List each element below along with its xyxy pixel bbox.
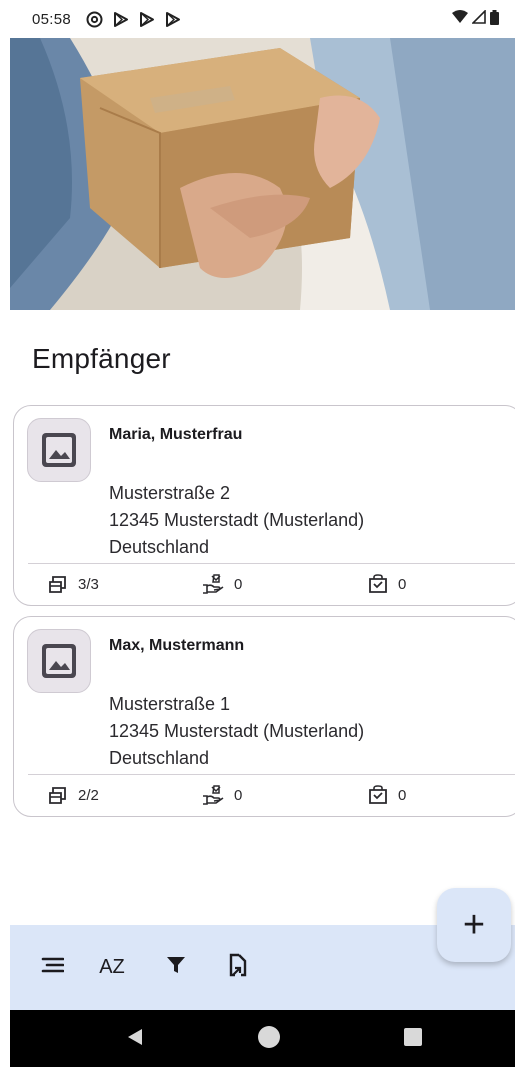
package-count: 0 xyxy=(398,575,407,593)
battery-icon xyxy=(490,9,499,29)
handover-icon xyxy=(202,785,224,805)
status-bar: 05:58 xyxy=(10,0,515,38)
recipient-city: 12345 Musterstadt (Musterland) xyxy=(109,721,365,741)
recipient-street: Musterstraße 2 xyxy=(109,483,231,503)
shipment-count: 3/3 xyxy=(78,575,99,593)
status-time: 05:58 xyxy=(32,10,72,28)
filter-icon xyxy=(166,955,186,980)
filter-button[interactable] xyxy=(156,948,196,988)
shipment-count: 2/2 xyxy=(78,786,99,804)
package-count: 0 xyxy=(398,786,407,804)
sort-az-icon: AZ xyxy=(99,956,125,979)
play-store-icon xyxy=(111,10,129,28)
export-button[interactable] xyxy=(218,948,258,988)
play-store-icon xyxy=(163,10,181,28)
recipient-country: Deutschland xyxy=(109,748,210,768)
back-icon xyxy=(125,1027,145,1052)
recipient-street: Musterstraße 1 xyxy=(109,694,231,714)
sort-button[interactable]: AZ xyxy=(92,948,132,988)
export-icon xyxy=(227,953,249,982)
package-stat: 0 xyxy=(368,785,406,805)
add-recipient-button[interactable]: + xyxy=(437,888,511,962)
handover-icon xyxy=(202,574,224,594)
handover-stat: 0 xyxy=(202,574,242,594)
card-divider xyxy=(28,563,515,564)
package-icon xyxy=(368,785,388,805)
menu-button[interactable] xyxy=(32,948,72,988)
signal-icon xyxy=(471,9,486,28)
shipment-stat: 2/2 xyxy=(48,785,99,805)
hero-image xyxy=(10,38,515,310)
shipment-icon xyxy=(48,574,68,594)
handover-stat: 0 xyxy=(202,785,242,805)
image-placeholder-icon xyxy=(27,629,91,693)
recipient-name: Maria, Musterfrau xyxy=(109,426,243,443)
image-placeholder-icon xyxy=(27,418,91,482)
back-button[interactable] xyxy=(120,1024,150,1054)
recents-button[interactable] xyxy=(398,1024,428,1054)
sort-label: AZ xyxy=(99,956,125,978)
handover-count: 0 xyxy=(234,575,243,593)
package-stat: 0 xyxy=(368,574,406,594)
home-icon xyxy=(256,1024,282,1055)
app-screen: 05:58 Empfänger Maria, Musterfrau Muster… xyxy=(10,0,515,1067)
system-nav-bar xyxy=(10,1010,515,1067)
shipment-icon xyxy=(48,785,68,805)
wifi-icon xyxy=(452,10,468,28)
shipment-stat: 3/3 xyxy=(48,574,99,594)
card-divider xyxy=(28,774,515,775)
page-title: Empfänger xyxy=(32,343,171,374)
at-sign-icon xyxy=(85,10,103,28)
menu-icon xyxy=(40,956,65,979)
play-store-icon xyxy=(137,10,155,28)
handover-count: 0 xyxy=(234,786,243,804)
recipient-card[interactable]: Maria, Musterfrau Musterstraße 2 12345 M… xyxy=(13,405,515,606)
package-icon xyxy=(368,574,388,594)
recipient-city: 12345 Musterstadt (Musterland) xyxy=(109,510,365,530)
home-button[interactable] xyxy=(254,1024,284,1054)
recipient-card[interactable]: Max, Mustermann Musterstraße 1 12345 Mus… xyxy=(13,616,515,817)
plus-icon: + xyxy=(462,904,486,946)
recipient-country: Deutschland xyxy=(109,537,210,557)
recipient-name: Max, Mustermann xyxy=(109,637,245,654)
recents-icon xyxy=(403,1027,423,1052)
